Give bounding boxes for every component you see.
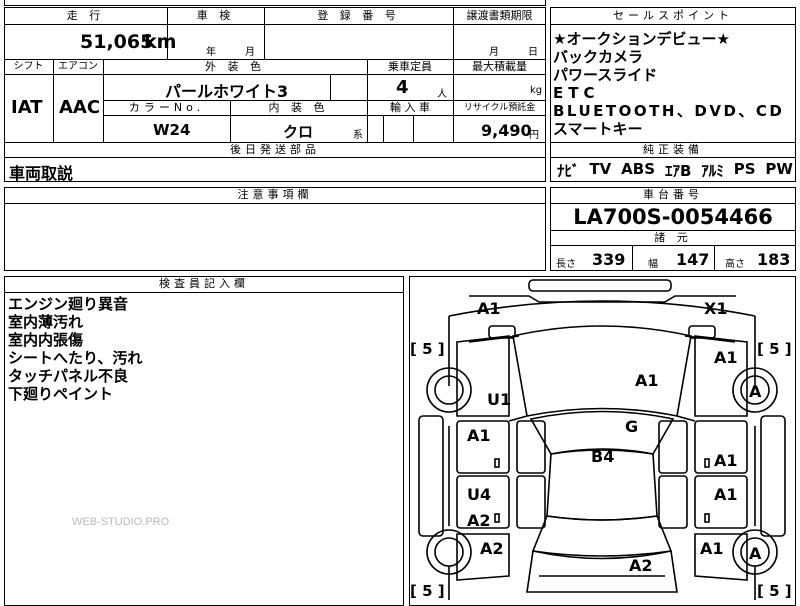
mileage-value: 51,065 [80,31,154,53]
equipment-item: ABS [621,160,656,178]
max-load-header: 最大積載量 [472,60,527,73]
mark-windshield: G [625,417,639,436]
mark-rear: A2 [629,556,653,575]
mark-door-front-right: A1 [714,451,738,470]
exterior-color-value: パールホワイト3 [165,82,289,101]
capacity-unit: 人 [437,89,447,100]
mark-front-left: A1 [477,299,501,318]
interior-color-value: クロ [283,123,314,141]
mark-door-rear-left-1: U4 [467,485,492,504]
sales-point-item: バックカメラ [553,48,644,66]
capacity-value: 4 [396,77,409,98]
recycle-fee-value: 9,490 [481,121,532,140]
mark-fender-left: U1 [487,390,512,409]
recycle-fee-unit: 円 [529,130,539,141]
shift-header: シフト [13,61,44,72]
interior-color-header: 内 装 色 [268,101,329,114]
notes-header: 注意事項欄 [237,188,313,201]
sales-point-item: BLUETOOTH、DVD、CD [553,102,785,120]
equipment-header: 純正装備 [643,143,703,156]
sales-points-list: ★オークションデビュー★ バックカメラ パワースライド ETC BLUETOOT… [553,30,793,138]
recycle-header: リサイクル預託金 [463,103,536,113]
equipment-item: ｱﾙﾐ [701,162,724,180]
width-value: 147 [676,250,710,269]
mark-fender-right: A1 [714,348,738,367]
later-parts-value: 車両取説 [9,164,74,183]
equipment-item: PW [765,160,793,178]
equipment-item: ｴｱB [664,162,692,180]
watermark: WEB-STUDIO.PRO [72,516,170,528]
mileage-header: 走 行 [66,9,105,22]
transfer-month-unit: 月 [489,47,499,58]
transfer-deadline-header: 譲渡書類期限 [466,9,533,22]
sales-point-item: ★オークションデビュー★ [553,30,730,48]
inspector-remark: シートへたり、汚れ [8,349,143,367]
length-label: 長さ [556,259,576,270]
color-no-value: W24 [153,121,191,139]
shaken-year-unit: 年 [206,47,216,58]
registration-header: 登 録 番 号 [317,9,400,22]
equipment-list: ﾅﾋﾞ TV ABS ｴｱB ｱﾙﾐ PS PW [557,160,793,181]
max-load-unit: kg [530,85,543,96]
mark-door-rear-right: A1 [714,485,738,504]
mark-hood: A1 [635,371,659,390]
width-label: 幅 [648,259,658,270]
aircon-value: AAC [59,97,101,118]
tire-depth-rear-left: [ 5 ] [410,582,445,600]
inspector-remark: 下廻りペイント [8,385,114,403]
tire-depth-rear-right: [ 5 ] [757,582,792,600]
sales-point-item: スマートキー [553,120,643,138]
top-partial-strip [4,0,546,6]
inspector-header: 検査員記入欄 [159,277,249,290]
inspector-remark: タッチパネル不良 [8,367,129,385]
interior-suffix: 系 [353,130,363,141]
sales-point-item: パワースライド [553,66,658,84]
equipment-item: PS [733,160,756,178]
mark-door-rear-left-2: A2 [467,511,491,530]
later-parts-header: 後日発送部品 [230,143,320,156]
inspector-remark: 室内内張傷 [8,331,84,349]
mark-quarter-right: A1 [700,539,724,558]
shaken-month-unit: 月 [245,47,255,58]
chassis-header: 車台番号 [643,188,703,201]
mark-quarter-left: A2 [480,539,504,558]
mark-wheel-front-right: A [749,382,762,401]
mark-front-right: X1 [704,299,728,318]
mileage-unit: km [144,31,177,53]
tire-depth-front-left: [ 5 ] [410,340,445,358]
mark-door-front-left: A1 [467,426,491,445]
mark-roof: B4 [591,447,615,466]
height-label: 高さ [725,259,745,270]
height-value: 183 [757,250,791,269]
dimensions-header: 諸 元 [654,231,692,244]
capacity-header: 乗車定員 [388,60,432,73]
sales-point-item: ETC [553,84,600,102]
sales-points-header: セールスポイント [613,9,733,22]
exterior-color-header: 外 装 色 [205,60,265,73]
transfer-day-unit: 日 [528,47,538,58]
tire-depth-front-right: [ 5 ] [757,340,792,358]
shift-value: IAT [11,97,43,118]
color-no-header: カラーNo. [128,101,205,114]
aircon-header: エアコン [58,61,98,72]
inspector-remark: エンジン廻り異音 [8,295,129,313]
equipment-item: ﾅﾋﾞ [557,162,580,180]
chassis-number: LA700S-0054466 [573,205,773,229]
equipment-item: TV [589,160,612,178]
shaken-header: 車 検 [196,9,235,22]
mark-wheel-rear-right: A [749,544,762,563]
length-value: 339 [592,250,626,269]
import-header: 輸 入 車 [390,101,430,114]
inspector-remark: 室内薄汚れ [8,313,84,331]
